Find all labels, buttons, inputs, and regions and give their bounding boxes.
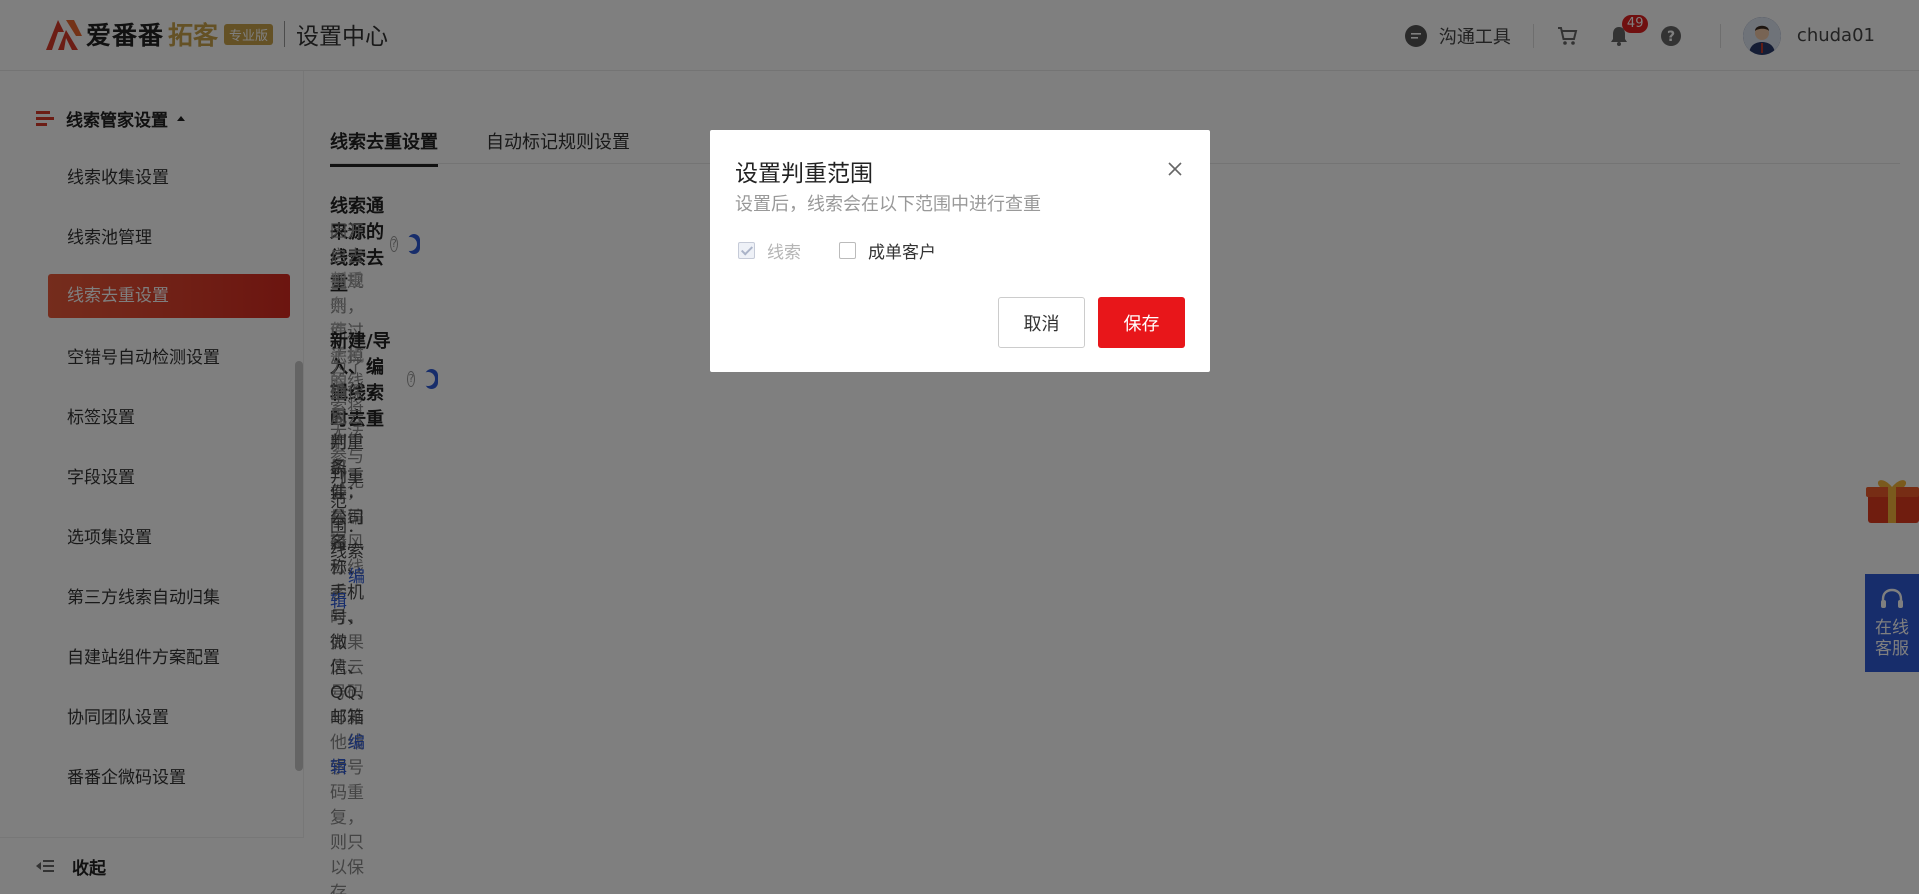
close-icon[interactable] (1166, 160, 1184, 178)
cancel-button[interactable]: 取消 (998, 297, 1085, 348)
customer-option-label[interactable]: 成单客户 (868, 238, 936, 263)
dialog-title: 设置判重范围 (735, 161, 873, 187)
dialog-subtitle: 设置后，线索会在以下范围中进行查重 (735, 194, 1041, 215)
lead-option-label: 线索 (767, 243, 801, 263)
lead-checkbox (738, 242, 755, 259)
save-button[interactable]: 保存 (1098, 297, 1185, 348)
customer-checkbox[interactable] (839, 242, 856, 259)
dedup-scope-dialog: 设置判重范围 设置后，线索会在以下范围中进行查重 线索 成单客户 取消 保存 (710, 130, 1210, 372)
scope-options: 线索 成单客户 (738, 238, 936, 263)
